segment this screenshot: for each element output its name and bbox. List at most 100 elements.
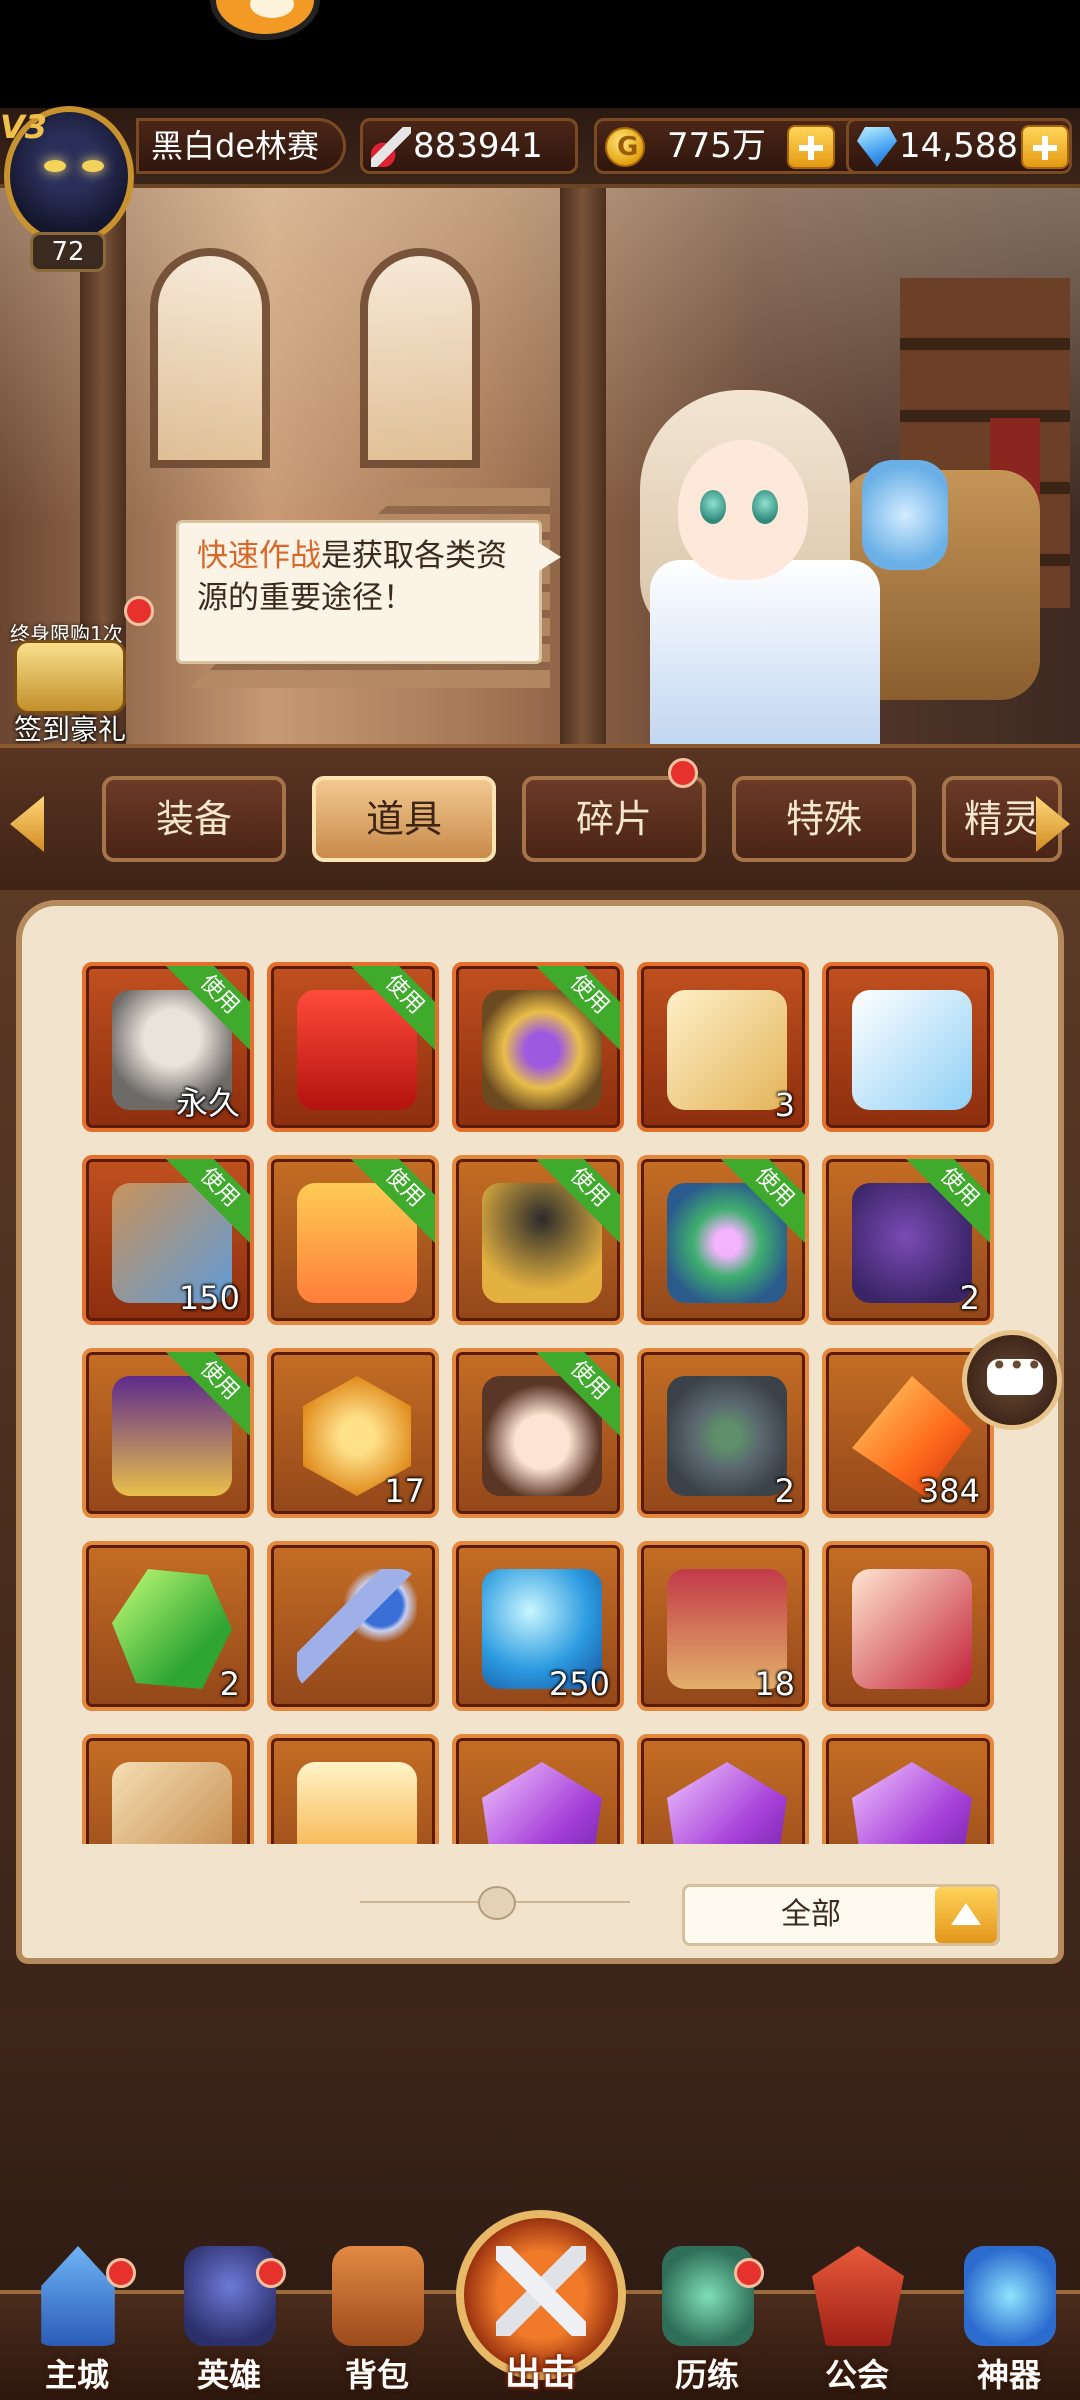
item-slot[interactable] bbox=[267, 1541, 439, 1711]
nav-label: 主城 bbox=[44, 2356, 109, 2394]
game-screen: 黑白de林赛 883941 775万 14,588 V3 72 bbox=[0, 0, 1080, 2400]
gold-coin-icon bbox=[605, 122, 645, 172]
sign-in-gift-chest-icon[interactable] bbox=[14, 640, 126, 714]
item-slot[interactable] bbox=[637, 1734, 809, 1844]
player-level: 72 bbox=[30, 232, 106, 272]
filter-dropdown[interactable]: 全部 bbox=[682, 1884, 1000, 1946]
item-slot[interactable] bbox=[822, 1734, 994, 1844]
character-scroll bbox=[862, 460, 948, 570]
tab-scroll-left-icon[interactable] bbox=[10, 796, 44, 852]
item-slot[interactable]: 2 bbox=[637, 1348, 809, 1518]
notification-dot bbox=[256, 2258, 286, 2288]
nav-guild[interactable]: 公会 bbox=[792, 2246, 922, 2396]
guild-banner-icon bbox=[812, 2246, 904, 2346]
item-slot[interactable]: 使用 bbox=[267, 962, 439, 1132]
nav-label: 历练 bbox=[674, 2356, 739, 2394]
add-diamond-button[interactable] bbox=[1021, 125, 1069, 169]
guide-character-body bbox=[650, 560, 880, 760]
item-quantity: 384 bbox=[918, 1472, 980, 1510]
pillar bbox=[560, 188, 606, 748]
item-slot[interactable]: 使用 bbox=[452, 1155, 624, 1325]
gold-scroll-icon bbox=[667, 990, 787, 1110]
blue-scroll-icon bbox=[852, 990, 972, 1110]
tab-fragments[interactable]: 碎片 bbox=[522, 776, 706, 862]
nav-label: 出击 bbox=[504, 2353, 577, 2394]
item-slot[interactable]: 使用 150 bbox=[82, 1155, 254, 1325]
nav-artifact[interactable]: 神器 bbox=[944, 2246, 1074, 2396]
tab-equipment[interactable]: 装备 bbox=[102, 776, 286, 862]
item-slot[interactable]: 18 bbox=[637, 1541, 809, 1711]
combat-power: 883941 bbox=[360, 118, 578, 174]
sword-icon bbox=[371, 127, 411, 167]
floating-assist-icon[interactable] bbox=[210, 0, 320, 40]
hint-speech-bubble: 快速作战是获取各类资源的重要途径！ bbox=[176, 520, 561, 664]
artifact-orb-icon bbox=[964, 2246, 1056, 2346]
backpack-icon bbox=[332, 2246, 424, 2346]
diamond-value: 14,588 bbox=[899, 126, 1018, 166]
filter-label: 全部 bbox=[781, 1897, 841, 1932]
item-slot[interactable]: 使用 bbox=[267, 1155, 439, 1325]
chat-bubble-icon[interactable] bbox=[962, 1330, 1062, 1430]
crossed-swords-icon bbox=[496, 2246, 586, 2336]
tab-items[interactable]: 道具 bbox=[312, 776, 496, 862]
notification-dot bbox=[106, 2258, 136, 2288]
guide-character-face bbox=[678, 440, 808, 580]
item-slot[interactable] bbox=[82, 1734, 254, 1844]
purple-rune-icon bbox=[852, 1762, 972, 1844]
gold-value: 775万 bbox=[667, 126, 766, 166]
red-scroll-icon bbox=[852, 1569, 972, 1689]
arched-window bbox=[150, 248, 270, 468]
purple-rune-icon bbox=[482, 1762, 602, 1844]
item-slot[interactable]: 使用 bbox=[452, 1348, 624, 1518]
item-slot[interactable]: 使用 永久 bbox=[82, 962, 254, 1132]
notification-dot bbox=[668, 758, 698, 788]
item-slot[interactable]: 250 bbox=[452, 1541, 624, 1711]
item-slot[interactable]: 2 bbox=[82, 1541, 254, 1711]
item-slot[interactable]: 使用 bbox=[637, 1155, 809, 1325]
item-slot[interactable] bbox=[452, 1734, 624, 1844]
nav-label: 神器 bbox=[976, 2356, 1041, 2394]
notification-dot bbox=[734, 2258, 764, 2288]
purple-rune-icon bbox=[667, 1762, 787, 1844]
item-slot[interactable] bbox=[822, 1541, 994, 1711]
nav-battle[interactable]: 出击 bbox=[456, 2210, 626, 2400]
hint-highlight: 快速作战 bbox=[197, 538, 321, 574]
crystal-key-icon bbox=[297, 1569, 417, 1689]
gold-counter: 775万 bbox=[594, 118, 878, 174]
item-slot[interactable]: 使用 bbox=[82, 1348, 254, 1518]
rune-stone-icon bbox=[667, 1376, 787, 1496]
item-quantity: 2 bbox=[219, 1665, 240, 1703]
item-quantity: 150 bbox=[178, 1279, 240, 1317]
item-quantity: 永久 bbox=[175, 1084, 240, 1122]
character-eye bbox=[700, 490, 726, 524]
item-quantity: 18 bbox=[754, 1665, 795, 1703]
add-gold-button[interactable] bbox=[787, 125, 835, 169]
sign-in-gift-label[interactable]: 签到豪礼 bbox=[14, 708, 126, 748]
item-slot[interactable]: 使用 2 bbox=[822, 1155, 994, 1325]
item-slot[interactable]: 使用 bbox=[452, 962, 624, 1132]
player-name[interactable]: 黑白de林赛 bbox=[136, 118, 346, 174]
resource-bar: 黑白de林赛 883941 775万 14,588 bbox=[0, 108, 1080, 188]
diamond-counter: 14,588 bbox=[846, 118, 1072, 174]
nav-backpack[interactable]: 背包 bbox=[312, 2246, 442, 2396]
notification-dot bbox=[124, 596, 154, 626]
ornament-divider bbox=[360, 1886, 630, 1920]
combat-power-value: 883941 bbox=[413, 126, 543, 166]
item-quantity: 2 bbox=[774, 1472, 795, 1510]
arched-window bbox=[360, 248, 480, 468]
tab-special[interactable]: 特殊 bbox=[732, 776, 916, 862]
category-tab-bar: 装备 道具 碎片 特殊 精灵 bbox=[0, 744, 1080, 892]
item-quantity: 3 bbox=[774, 1086, 795, 1124]
item-slot[interactable]: 3 bbox=[637, 962, 809, 1132]
nav-label: 公会 bbox=[824, 2356, 889, 2394]
item-slot[interactable] bbox=[822, 962, 994, 1132]
potion-icon bbox=[297, 1762, 417, 1844]
item-grid: 使用 永久 使用 使用 3 使用 150 使用 使用 使用 使用 2 使用 17 使用… bbox=[66, 960, 1006, 1844]
item-slot[interactable]: 17 bbox=[267, 1348, 439, 1518]
nav-label: 背包 bbox=[344, 2356, 409, 2394]
vip-badge: V3 bbox=[0, 108, 48, 146]
avatar-eye bbox=[44, 160, 66, 172]
item-slot[interactable] bbox=[267, 1734, 439, 1844]
avatar-eye bbox=[82, 160, 104, 172]
filter-toggle-up-icon[interactable] bbox=[935, 1887, 997, 1943]
